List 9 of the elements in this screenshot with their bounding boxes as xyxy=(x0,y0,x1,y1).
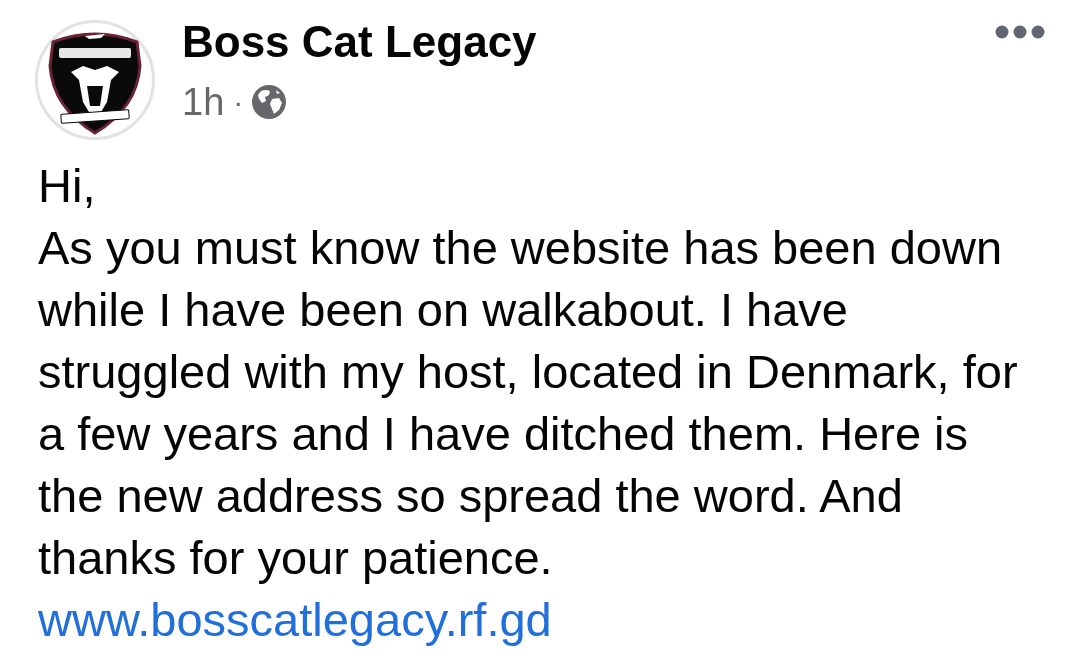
post-time[interactable]: 1h xyxy=(182,80,225,124)
globe-icon xyxy=(252,85,287,119)
separator-dot: · xyxy=(233,84,244,120)
author-name[interactable]: Boss Cat Legacy xyxy=(182,20,537,64)
more-icon xyxy=(995,25,1045,39)
profile-avatar[interactable] xyxy=(35,20,155,140)
post-text: As you must know the website has been down while I have been on walkabout. I have struggled with my host, located in Denmark, for a few years and I have ditched them. Here is the new address so spread the word. And thanks for your patience. xyxy=(38,220,1019,586)
website-link[interactable]: www.bosscatlegacy.rf.gd xyxy=(38,589,552,651)
post-text: Hi, xyxy=(38,158,97,214)
